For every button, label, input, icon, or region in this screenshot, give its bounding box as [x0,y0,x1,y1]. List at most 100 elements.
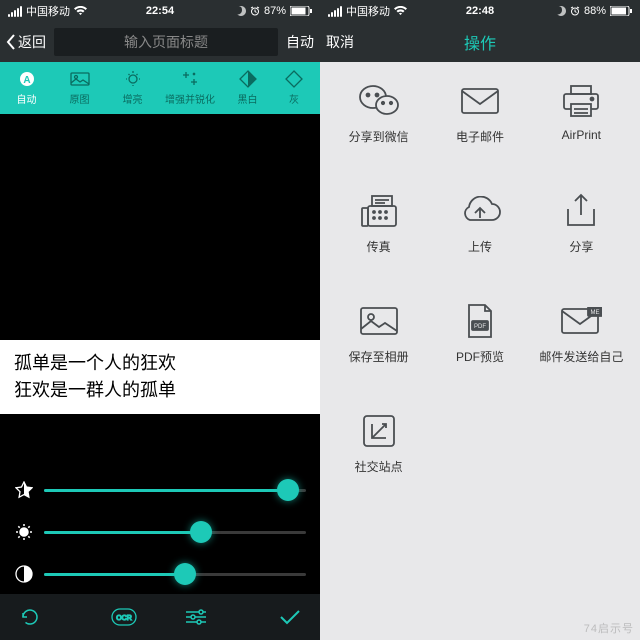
image-icon [70,70,90,88]
status-bar: 中国移动 22:54 87% [0,0,320,22]
tab-label: 灰 [289,91,299,106]
svg-text:ME: ME [591,310,600,316]
star-icon [14,480,34,500]
status-bar: 中国移动 22:48 88% [320,0,640,22]
action-label: 分享 [569,238,593,255]
moon-icon [556,6,566,16]
back-label: 返回 [18,32,46,52]
page-title-input[interactable]: 输入页面标题 [54,28,278,56]
auto-icon: A [17,70,37,88]
action-label: 保存至相册 [349,348,409,365]
cancel-button[interactable]: 取消 [326,32,354,52]
watermark: 74启示号 [584,620,634,636]
sliders-panel [0,462,320,594]
canvas-area: 孤单是一个人的狂欢 狂欢是一群人的孤单 [0,114,320,594]
svg-text:OCR: OCR [116,615,132,622]
tab-label: 增亮 [123,91,143,106]
back-button[interactable]: 返回 [6,32,46,52]
action-label: AirPrint [562,128,601,142]
action-label: 邮件发送给自己 [539,348,623,365]
album-icon [356,302,402,340]
mail-me-icon: ME [558,302,604,340]
bottom-toolbar: OCR [0,594,320,640]
action-airprint[interactable]: AirPrint [531,82,632,192]
auto-label[interactable]: 自动 [286,32,314,52]
actions-grid: 分享到微信 电子邮件 AirPrint 传真 上传 分享 保存至相册 PDF P [320,62,640,640]
signal-icon [328,6,342,17]
tab-auto[interactable]: A 自动 [0,62,53,114]
wifi-icon [74,6,87,16]
hw-line2: 狂欢是一群人的孤单 [14,377,306,404]
tab-bw[interactable]: 黑白 [221,62,274,114]
share-icon [558,192,604,230]
ocr-button[interactable]: OCR [108,601,140,633]
action-upload[interactable]: 上传 [429,192,530,302]
battery-pct: 88% [584,5,606,17]
cloud-upload-icon [457,192,503,230]
action-wechat[interactable]: 分享到微信 [328,82,429,192]
svg-text:PDF: PDF [474,324,486,330]
carrier: 中国移动 [26,3,70,19]
signal-icon [8,6,22,17]
action-label: 电子邮件 [456,128,504,145]
page-title: 操作 [326,30,634,54]
right-screen: 中国移动 22:48 88% 取消 操作 分享到微信 电子邮件 AirPrint [320,0,640,640]
clock: 22:54 [146,5,174,17]
printer-icon [558,82,604,120]
mail-icon [457,82,503,120]
action-label: 社交站点 [355,458,403,475]
moon-icon [236,6,246,16]
action-label: 传真 [367,238,391,255]
gray-icon [284,70,304,88]
carrier: 中国移动 [346,3,390,19]
navbar: 取消 操作 [320,22,640,62]
wifi-icon [394,6,407,16]
social-icon [356,412,402,450]
action-fax[interactable]: 传真 [328,192,429,302]
bulb-icon [123,70,143,88]
action-pdf[interactable]: PDF PDF预览 [429,302,530,412]
image-gap [0,414,320,462]
adjust-button[interactable] [180,601,212,633]
clock: 22:48 [466,5,494,17]
contrast-icon [14,564,34,584]
alarm-icon [570,6,580,16]
hw-line1: 孤单是一个人的狂欢 [14,350,306,377]
rotate-button[interactable] [14,601,46,633]
pdf-icon: PDF [457,302,503,340]
action-email[interactable]: 电子邮件 [429,82,530,192]
tab-label: 自动 [17,91,37,106]
confirm-button[interactable] [274,601,306,633]
sparkle-icon [180,70,200,88]
tab-sharpen[interactable]: 增强并锐化 [159,62,221,114]
wechat-icon [356,82,402,120]
sun-icon [14,522,34,542]
handwriting-area: 孤单是一个人的狂欢 狂欢是一群人的孤单 [0,340,320,414]
tab-gray[interactable]: 灰 [274,62,314,114]
action-social[interactable]: 社交站点 [328,412,429,522]
battery-pct: 87% [264,5,286,17]
tab-original[interactable]: 原图 [53,62,106,114]
action-label: PDF预览 [456,348,504,365]
action-save-album[interactable]: 保存至相册 [328,302,429,412]
left-screen: 中国移动 22:54 87% 返回 输入页面标题 自动 A 自动 原图 增亮 [0,0,320,640]
battery-icon [290,6,312,16]
tab-label: 增强并锐化 [165,91,215,106]
action-share[interactable]: 分享 [531,192,632,302]
slider-detail[interactable] [14,480,306,500]
slider-contrast[interactable] [14,564,306,584]
diamond-icon [238,70,258,88]
tab-brighten[interactable]: 增亮 [106,62,159,114]
filter-tabs: A 自动 原图 增亮 增强并锐化 黑白 灰 [0,62,320,114]
battery-icon [610,6,632,16]
action-label: 上传 [468,238,492,255]
navbar: 返回 输入页面标题 自动 [0,22,320,62]
tab-label: 黑白 [238,91,258,106]
action-mail-me[interactable]: ME 邮件发送给自己 [531,302,632,412]
tab-label: 原图 [70,91,90,106]
image-top [0,114,320,340]
action-label: 分享到微信 [349,128,409,145]
svg-text:A: A [23,75,30,86]
slider-brightness[interactable] [14,522,306,542]
fax-icon [356,192,402,230]
